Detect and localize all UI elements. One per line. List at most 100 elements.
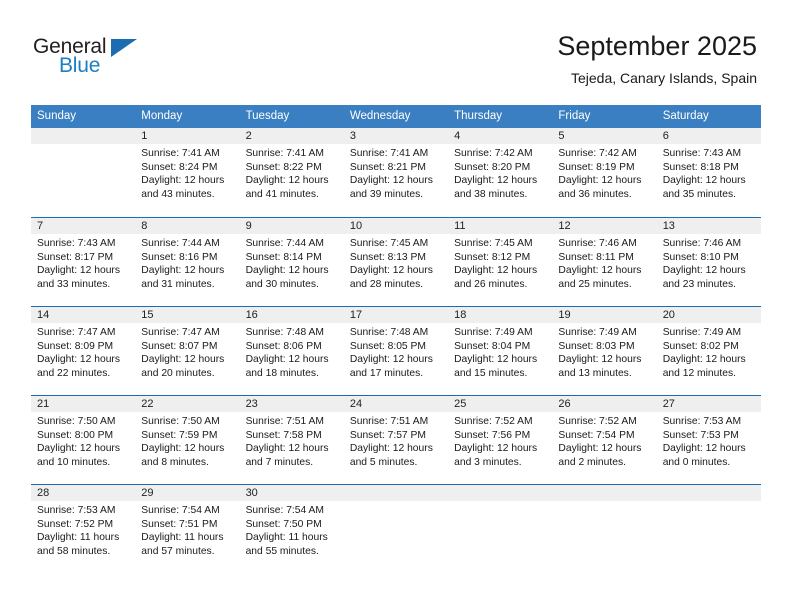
sunrise-text: Sunrise: 7:42 AM bbox=[454, 148, 533, 159]
calendar-day-cell[interactable]: 14 Sunrise: 7:47 AM Sunset: 8:09 PM Dayligh… bbox=[31, 307, 136, 395]
daylight-text-line2: and 57 minutes. bbox=[141, 545, 215, 557]
sunrise-text: Sunrise: 7:45 AM bbox=[454, 238, 533, 249]
day-number: 25 bbox=[448, 396, 553, 412]
calendar-day-cell[interactable]: 12 Sunrise: 7:46 AM Sunset: 8:11 PM Dayligh… bbox=[552, 218, 657, 306]
calendar-day-cell[interactable]: 22 Sunrise: 7:50 AM Sunset: 7:59 PM Dayligh… bbox=[135, 396, 240, 484]
daylight-text-line1: Daylight: 12 hours bbox=[558, 443, 642, 454]
calendar-day-cell[interactable]: 4 Sunrise: 7:42 AM Sunset: 8:20 PM Daylight… bbox=[448, 128, 553, 217]
day-details: Sunrise: 7:41 AM Sunset: 8:24 PM Daylight:… bbox=[135, 144, 239, 201]
day-details: Sunrise: 7:41 AM Sunset: 8:21 PM Daylight:… bbox=[344, 144, 448, 201]
day-details: Sunrise: 7:43 AM Sunset: 8:18 PM Daylight:… bbox=[657, 144, 761, 201]
weekday-header-sunday: Sunday bbox=[37, 110, 77, 122]
calendar-day-cell[interactable]: 2 Sunrise: 7:41 AM Sunset: 8:22 PM Daylight… bbox=[239, 128, 344, 217]
day-number: 17 bbox=[343, 307, 449, 323]
daylight-text-line2: and 10 minutes. bbox=[37, 456, 111, 468]
daylight-text-line2: and 18 minutes. bbox=[245, 367, 319, 379]
day-number: 23 bbox=[239, 396, 344, 412]
day-number: 21 bbox=[31, 396, 136, 412]
calendar-day-cell[interactable]: 24 Sunrise: 7:51 AM Sunset: 7:57 PM Dayligh… bbox=[343, 396, 449, 484]
calendar-day-cell[interactable]: 15 Sunrise: 7:47 AM Sunset: 8:07 PM Dayligh… bbox=[135, 307, 240, 395]
calendar-day-cell[interactable]: 30 Sunrise: 7:54 AM Sunset: 7:50 PM Dayligh… bbox=[239, 485, 344, 573]
daylight-text-line2: and 28 minutes. bbox=[349, 278, 424, 290]
day-number bbox=[656, 485, 761, 501]
daylight-text-line1: Daylight: 12 hours bbox=[37, 354, 120, 365]
daylight-text-line2: and 20 minutes. bbox=[141, 367, 215, 379]
calendar-day-cell[interactable]: 28 Sunrise: 7:53 AM Sunset: 7:52 PM Dayligh… bbox=[31, 485, 136, 573]
sunrise-text: Sunrise: 7:52 AM bbox=[558, 416, 637, 427]
day-number bbox=[343, 485, 449, 501]
calendar-day-cell[interactable]: 26 Sunrise: 7:52 AM Sunset: 7:54 PM Dayligh… bbox=[552, 396, 657, 484]
daylight-text-line1: Daylight: 12 hours bbox=[349, 354, 433, 365]
day-details: Sunrise: 7:44 AM Sunset: 8:16 PM Daylight:… bbox=[135, 234, 239, 291]
calendar-day-cell[interactable]: 20 Sunrise: 7:49 AM Sunset: 8:02 PM Dayligh… bbox=[656, 307, 761, 395]
calendar-week-row: 7 Sunrise: 7:43 AM Sunset: 8:17 PM Daylight… bbox=[31, 217, 761, 306]
calendar-day-cell[interactable]: 11 Sunrise: 7:45 AM Sunset: 8:12 PM Dayligh… bbox=[448, 218, 553, 306]
daylight-text-line2: and 22 minutes. bbox=[37, 367, 111, 379]
daylight-text-line1: Daylight: 12 hours bbox=[349, 175, 433, 186]
daylight-text-line2: and 31 minutes. bbox=[141, 278, 215, 290]
calendar-day-cell[interactable]: 13 Sunrise: 7:46 AM Sunset: 8:10 PM Dayligh… bbox=[656, 218, 761, 306]
sunrise-text: Sunrise: 7:46 AM bbox=[558, 238, 637, 249]
day-details: Sunrise: 7:52 AM Sunset: 7:54 PM Daylight:… bbox=[552, 412, 656, 469]
title-block: September 2025 Tejeda, Canary Islands, S… bbox=[557, 30, 757, 88]
logo-text-blue: Blue bbox=[59, 54, 101, 77]
daylight-text-line2: and 0 minutes. bbox=[662, 456, 731, 468]
sunset-text: Sunset: 7:54 PM bbox=[558, 429, 635, 441]
calendar-day-cell[interactable]: 18 Sunrise: 7:49 AM Sunset: 8:04 PM Dayligh… bbox=[448, 307, 553, 395]
daylight-text-line1: Daylight: 12 hours bbox=[245, 443, 329, 454]
daylight-text-line2: and 33 minutes. bbox=[37, 278, 111, 290]
daylight-text-line1: Daylight: 12 hours bbox=[245, 175, 329, 186]
calendar-day-cell[interactable]: 29 Sunrise: 7:54 AM Sunset: 7:51 PM Dayligh… bbox=[135, 485, 240, 573]
sunset-text: Sunset: 8:03 PM bbox=[558, 340, 635, 352]
calendar-day-cell-empty bbox=[448, 485, 553, 573]
sunrise-text: Sunrise: 7:41 AM bbox=[245, 148, 324, 159]
daylight-text-line1: Daylight: 11 hours bbox=[141, 532, 224, 543]
calendar-day-cell[interactable]: 3 Sunrise: 7:41 AM Sunset: 8:21 PM Daylight… bbox=[343, 128, 449, 217]
calendar-day-cell[interactable]: 9 Sunrise: 7:44 AM Sunset: 8:14 PM Daylight… bbox=[239, 218, 344, 306]
daylight-text-line2: and 38 minutes. bbox=[454, 188, 528, 200]
daylight-text-line2: and 15 minutes. bbox=[454, 367, 528, 379]
sunset-text: Sunset: 8:02 PM bbox=[662, 340, 739, 352]
day-details: Sunrise: 7:52 AM Sunset: 7:56 PM Daylight:… bbox=[448, 412, 552, 469]
day-number: 7 bbox=[31, 218, 136, 234]
daylight-text-line2: and 13 minutes. bbox=[558, 367, 632, 379]
sunrise-text: Sunrise: 7:46 AM bbox=[662, 238, 742, 249]
calendar-day-cell[interactable]: 10 Sunrise: 7:45 AM Sunset: 8:13 PM Dayligh… bbox=[343, 218, 449, 306]
calendar-day-cell[interactable]: 8 Sunrise: 7:44 AM Sunset: 8:16 PM Daylight… bbox=[135, 218, 240, 306]
calendar-day-cell[interactable]: 17 Sunrise: 7:48 AM Sunset: 8:05 PM Dayligh… bbox=[343, 307, 449, 395]
calendar-day-cell[interactable]: 23 Sunrise: 7:51 AM Sunset: 7:58 PM Dayligh… bbox=[239, 396, 344, 484]
calendar-day-cell[interactable]: 19 Sunrise: 7:49 AM Sunset: 8:03 PM Dayligh… bbox=[552, 307, 657, 395]
daylight-text-line1: Daylight: 11 hours bbox=[37, 532, 120, 543]
sunrise-text: Sunrise: 7:45 AM bbox=[349, 238, 429, 249]
calendar-day-cell[interactable]: 5 Sunrise: 7:42 AM Sunset: 8:19 PM Daylight… bbox=[552, 128, 657, 217]
generalblue-logo[interactable]: General Blue bbox=[33, 36, 173, 86]
calendar-day-cell[interactable]: 6 Sunrise: 7:43 AM Sunset: 8:18 PM Daylight… bbox=[656, 128, 761, 217]
calendar-day-cell[interactable]: 27 Sunrise: 7:53 AM Sunset: 7:53 PM Dayligh… bbox=[656, 396, 761, 484]
day-number: 19 bbox=[552, 307, 657, 323]
sunrise-text: Sunrise: 7:43 AM bbox=[37, 238, 116, 249]
calendar-day-cell[interactable]: 7 Sunrise: 7:43 AM Sunset: 8:17 PM Daylight… bbox=[31, 218, 136, 306]
calendar-day-cell[interactable]: 16 Sunrise: 7:48 AM Sunset: 8:06 PM Dayligh… bbox=[239, 307, 344, 395]
day-details: Sunrise: 7:54 AM Sunset: 7:50 PM Daylight:… bbox=[240, 501, 344, 558]
sunset-text: Sunset: 8:17 PM bbox=[37, 251, 114, 263]
day-number: 29 bbox=[135, 485, 240, 501]
day-number: 26 bbox=[552, 396, 657, 412]
calendar-day-cell[interactable]: 25 Sunrise: 7:52 AM Sunset: 7:56 PM Dayligh… bbox=[448, 396, 553, 484]
sunset-text: Sunset: 8:21 PM bbox=[349, 161, 426, 173]
day-number bbox=[31, 128, 136, 144]
day-number: 16 bbox=[239, 307, 344, 323]
sunrise-text: Sunrise: 7:41 AM bbox=[349, 148, 429, 159]
day-number: 14 bbox=[31, 307, 136, 323]
day-number: 18 bbox=[448, 307, 553, 323]
day-details: Sunrise: 7:45 AM Sunset: 8:13 PM Daylight:… bbox=[344, 234, 448, 291]
sunset-text: Sunset: 8:13 PM bbox=[349, 251, 426, 263]
calendar-day-cell[interactable]: 1 Sunrise: 7:41 AM Sunset: 8:24 PM Daylight… bbox=[135, 128, 240, 217]
calendar-day-cell[interactable]: 21 Sunrise: 7:50 AM Sunset: 8:00 PM Dayligh… bbox=[31, 396, 136, 484]
sunrise-text: Sunrise: 7:54 AM bbox=[141, 505, 220, 516]
day-details: Sunrise: 7:48 AM Sunset: 8:06 PM Daylight:… bbox=[240, 323, 344, 380]
weekday-header-wednesday: Wednesday bbox=[349, 110, 411, 122]
sunset-text: Sunset: 8:07 PM bbox=[141, 340, 218, 352]
day-details: Sunrise: 7:49 AM Sunset: 8:03 PM Daylight:… bbox=[552, 323, 656, 380]
page-header: General Blue September 2025 Tejeda, Cana… bbox=[0, 0, 792, 100]
day-details: Sunrise: 7:50 AM Sunset: 7:59 PM Daylight:… bbox=[135, 412, 239, 469]
